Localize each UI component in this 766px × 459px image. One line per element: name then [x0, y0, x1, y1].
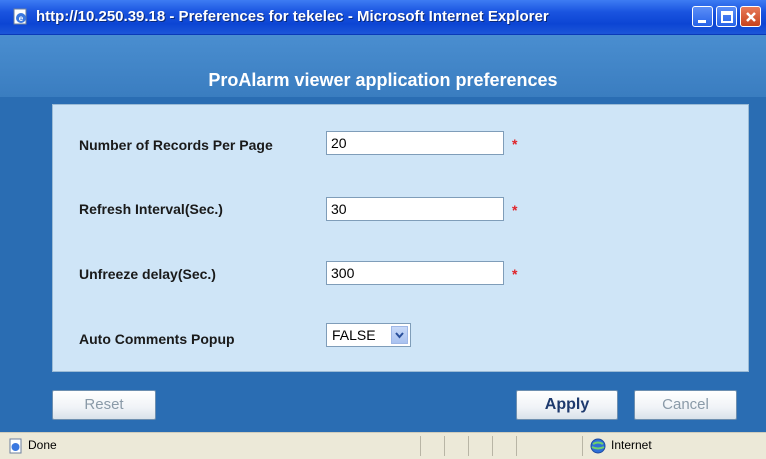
- ie-page-icon: e: [13, 8, 27, 25]
- close-button[interactable]: [740, 6, 761, 27]
- popup-select[interactable]: FALSE: [326, 323, 411, 347]
- status-divider: [468, 436, 469, 456]
- refresh-label: Refresh Interval(Sec.): [79, 201, 223, 217]
- globe-icon: [590, 438, 606, 454]
- popup-label: Auto Comments Popup: [79, 331, 235, 347]
- status-divider: [492, 436, 493, 456]
- status-divider: [420, 436, 421, 456]
- status-divider: [516, 436, 517, 456]
- maximize-button[interactable]: [716, 6, 737, 27]
- svg-text:e: e: [19, 14, 24, 23]
- records-label: Number of Records Per Page: [79, 137, 273, 153]
- apply-button[interactable]: Apply: [516, 390, 618, 420]
- maximize-icon: [721, 11, 733, 23]
- chevron-down-icon: [395, 332, 404, 339]
- window-title-bar[interactable]: e http://10.250.39.18 - Preferences for …: [0, 0, 766, 35]
- window-title: http://10.250.39.18 - Preferences for te…: [36, 8, 549, 25]
- minimize-icon: [698, 20, 706, 23]
- refresh-input[interactable]: 30: [326, 197, 504, 221]
- required-marker: *: [512, 266, 518, 282]
- security-zone: Internet: [611, 438, 652, 452]
- required-marker: *: [512, 136, 518, 152]
- status-divider: [444, 436, 445, 456]
- done-page-icon: [9, 438, 22, 454]
- status-bar: Done Internet: [0, 432, 766, 459]
- required-marker: *: [512, 202, 518, 218]
- status-divider: [582, 436, 583, 456]
- reset-button[interactable]: Reset: [52, 390, 156, 420]
- unfreeze-input[interactable]: 300: [326, 261, 504, 285]
- unfreeze-label: Unfreeze delay(Sec.): [79, 266, 216, 282]
- select-arrow[interactable]: [391, 326, 408, 344]
- cancel-button[interactable]: Cancel: [634, 390, 737, 420]
- popup-select-value: FALSE: [332, 327, 376, 343]
- page-title: ProAlarm viewer application preferences: [208, 70, 558, 90]
- minimize-button[interactable]: [692, 6, 713, 27]
- records-input[interactable]: 20: [326, 131, 504, 155]
- close-icon: [746, 12, 756, 22]
- status-text: Done: [28, 438, 57, 452]
